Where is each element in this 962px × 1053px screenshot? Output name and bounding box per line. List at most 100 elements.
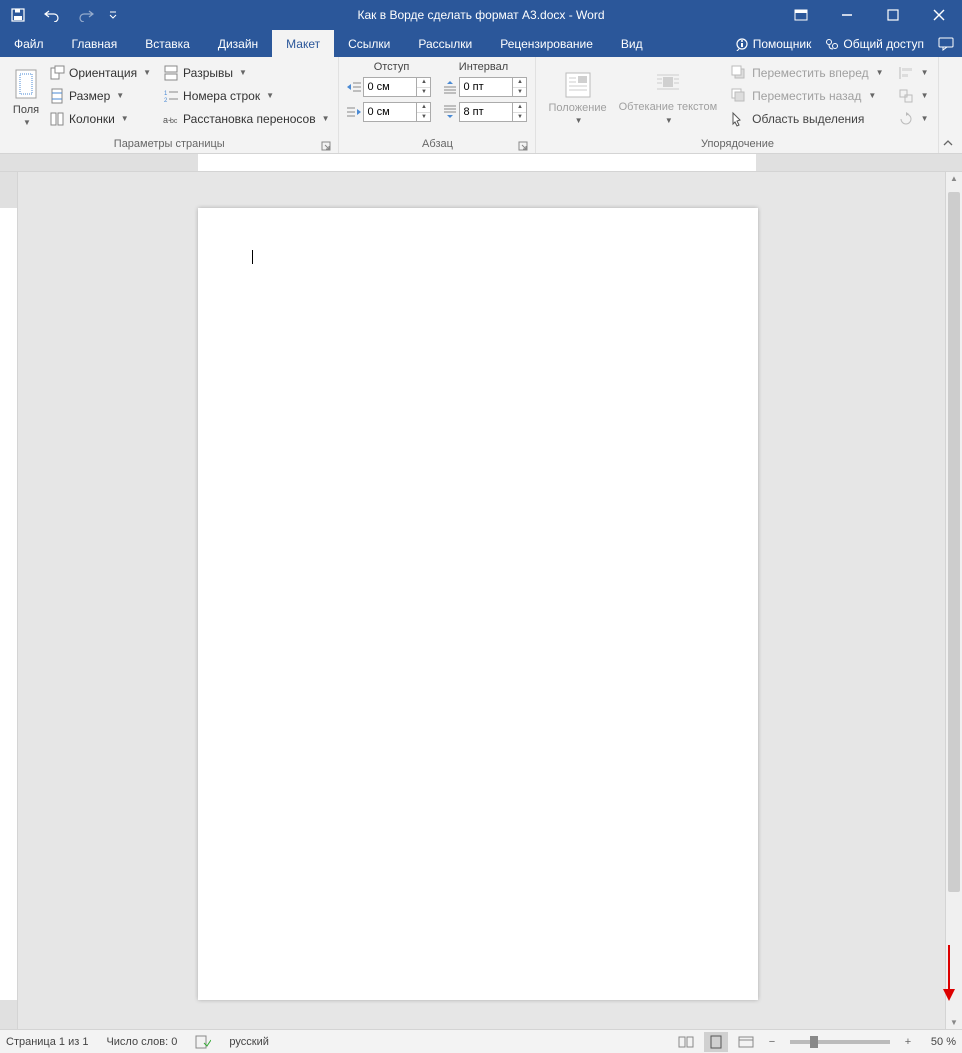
print-layout-button[interactable] (704, 1032, 728, 1052)
titlebar: Как в Ворде сделать формат А3.docx - Wor… (0, 0, 962, 30)
horizontal-ruler[interactable] (0, 154, 962, 172)
columns-label: Колонки (69, 112, 115, 126)
text-cursor (252, 250, 253, 264)
zoom-slider[interactable] (790, 1040, 890, 1044)
redo-button[interactable] (72, 1, 100, 29)
document-viewport[interactable] (18, 172, 945, 1029)
share-label: Общий доступ (843, 37, 924, 51)
wrap-label: Обтекание текстом (619, 101, 718, 113)
minimize-button[interactable] (824, 0, 870, 30)
spacing-before-spinner[interactable]: ▲▼ (513, 77, 527, 97)
scroll-thumb[interactable] (948, 192, 960, 892)
statusbar: Страница 1 из 1 Число слов: 0 русский − … (0, 1029, 962, 1053)
spacing-header: Интервал (437, 61, 529, 73)
indent-right-spinner[interactable]: ▲▼ (417, 102, 431, 122)
line-numbers-button[interactable]: 12 Номера строк▼ (160, 84, 332, 107)
hyphenation-button[interactable]: a-bc Расстановка переносов▼ (160, 107, 332, 130)
comments-icon[interactable] (938, 37, 954, 51)
position-label: Положение (548, 102, 606, 114)
tab-file[interactable]: Файл (0, 30, 58, 57)
columns-button[interactable]: Колонки▼ (46, 107, 154, 130)
line-numbers-label: Номера строк (183, 89, 260, 103)
tell-me-button[interactable]: Помощник (735, 37, 812, 51)
indent-right-input[interactable] (363, 102, 417, 122)
size-label: Размер (69, 89, 110, 103)
rotate-button[interactable]: ▼ (894, 107, 933, 130)
word-count[interactable]: Число слов: 0 (106, 1036, 177, 1048)
page-setup-launcher[interactable] (320, 140, 332, 152)
annotation-arrow-icon (940, 943, 958, 1003)
size-button[interactable]: Размер▼ (46, 84, 154, 107)
hyphenation-label: Расстановка переносов (183, 112, 316, 126)
orientation-button[interactable]: Ориентация▼ (46, 61, 154, 84)
read-mode-button[interactable] (674, 1032, 698, 1052)
paragraph-group-label: Абзац (422, 138, 453, 150)
ribbon-display-options-button[interactable] (778, 0, 824, 30)
vertical-scrollbar[interactable]: ▲ ▼ (945, 172, 962, 1029)
arrange-group-label: Упорядочение (701, 138, 774, 150)
svg-text:1: 1 (164, 91, 168, 97)
language-indicator[interactable]: русский (229, 1036, 268, 1048)
margins-button[interactable]: Поля ▼ (6, 61, 46, 133)
zoom-in-button[interactable]: + (900, 1032, 916, 1052)
qat-customize-button[interactable] (106, 1, 120, 29)
selection-pane-button[interactable]: Область выделения (727, 107, 887, 130)
ribbon-tabs: Файл Главная Вставка Дизайн Макет Ссылки… (0, 30, 962, 57)
group-page-setup: Поля ▼ Ориентация▼ Размер▼ Колонки▼ (0, 57, 339, 153)
tab-design[interactable]: Дизайн (204, 30, 272, 57)
spacing-after-spinner[interactable]: ▲▼ (513, 102, 527, 122)
web-layout-button[interactable] (734, 1032, 758, 1052)
svg-text:2: 2 (164, 98, 168, 104)
paragraph-launcher[interactable] (517, 140, 529, 152)
spacing-after-input[interactable] (459, 102, 513, 122)
tab-insert[interactable]: Вставка (131, 30, 204, 57)
collapse-ribbon-button[interactable] (940, 135, 956, 151)
selection-pane-label: Область выделения (752, 112, 864, 126)
close-button[interactable] (916, 0, 962, 30)
bring-forward-label: Переместить вперед (752, 66, 868, 80)
send-backward-button[interactable]: Переместить назад▼ (727, 84, 887, 107)
tab-review[interactable]: Рецензирование (486, 30, 607, 57)
margins-label: Поля (13, 104, 39, 116)
indent-header: Отступ (345, 61, 437, 73)
save-button[interactable] (4, 1, 32, 29)
share-button[interactable]: Общий доступ (825, 37, 924, 51)
indent-left-icon (345, 78, 363, 96)
tab-home[interactable]: Главная (58, 30, 132, 57)
indent-left-spinner[interactable]: ▲▼ (417, 77, 431, 97)
spacing-after-icon (441, 103, 459, 121)
tab-layout[interactable]: Макет (272, 30, 334, 57)
page-setup-group-label: Параметры страницы (114, 138, 225, 150)
svg-text:bc: bc (170, 118, 178, 125)
group-button[interactable]: ▼ (894, 84, 933, 107)
tab-mailings[interactable]: Рассылки (404, 30, 486, 57)
wrap-text-button[interactable]: Обтекание текстом ▼ (613, 61, 724, 133)
spacing-before-icon (441, 78, 459, 96)
breaks-button[interactable]: Разрывы▼ (160, 61, 332, 84)
tab-view[interactable]: Вид (607, 30, 657, 57)
orientation-label: Ориентация (69, 66, 137, 80)
group-paragraph: Отступ Интервал ▲▼ ▲▼ (339, 57, 536, 153)
breaks-label: Разрывы (183, 66, 233, 80)
indent-right-icon (345, 103, 363, 121)
ribbon: Поля ▼ Ориентация▼ Размер▼ Колонки▼ (0, 57, 962, 154)
page-indicator[interactable]: Страница 1 из 1 (6, 1036, 88, 1048)
send-backward-label: Переместить назад (752, 89, 861, 103)
bring-forward-button[interactable]: Переместить вперед▼ (727, 61, 887, 84)
page[interactable] (198, 208, 758, 1000)
tell-me-label: Помощник (753, 37, 812, 51)
zoom-level[interactable]: 50 % (922, 1036, 956, 1048)
chevron-down-icon: ▼ (23, 118, 31, 127)
vertical-ruler[interactable] (0, 172, 18, 1029)
spell-check-icon[interactable] (195, 1035, 211, 1049)
maximize-button[interactable] (870, 0, 916, 30)
spacing-before-input[interactable] (459, 77, 513, 97)
tab-references[interactable]: Ссылки (334, 30, 404, 57)
document-area: ▲ ▼ (0, 172, 962, 1029)
indent-left-input[interactable] (363, 77, 417, 97)
position-button[interactable]: Положение ▼ (542, 61, 612, 133)
undo-button[interactable] (38, 1, 66, 29)
zoom-out-button[interactable]: − (764, 1032, 780, 1052)
group-arrange: Положение ▼ Обтекание текстом ▼ Перемест… (536, 57, 939, 153)
align-button[interactable]: ▼ (894, 61, 933, 84)
